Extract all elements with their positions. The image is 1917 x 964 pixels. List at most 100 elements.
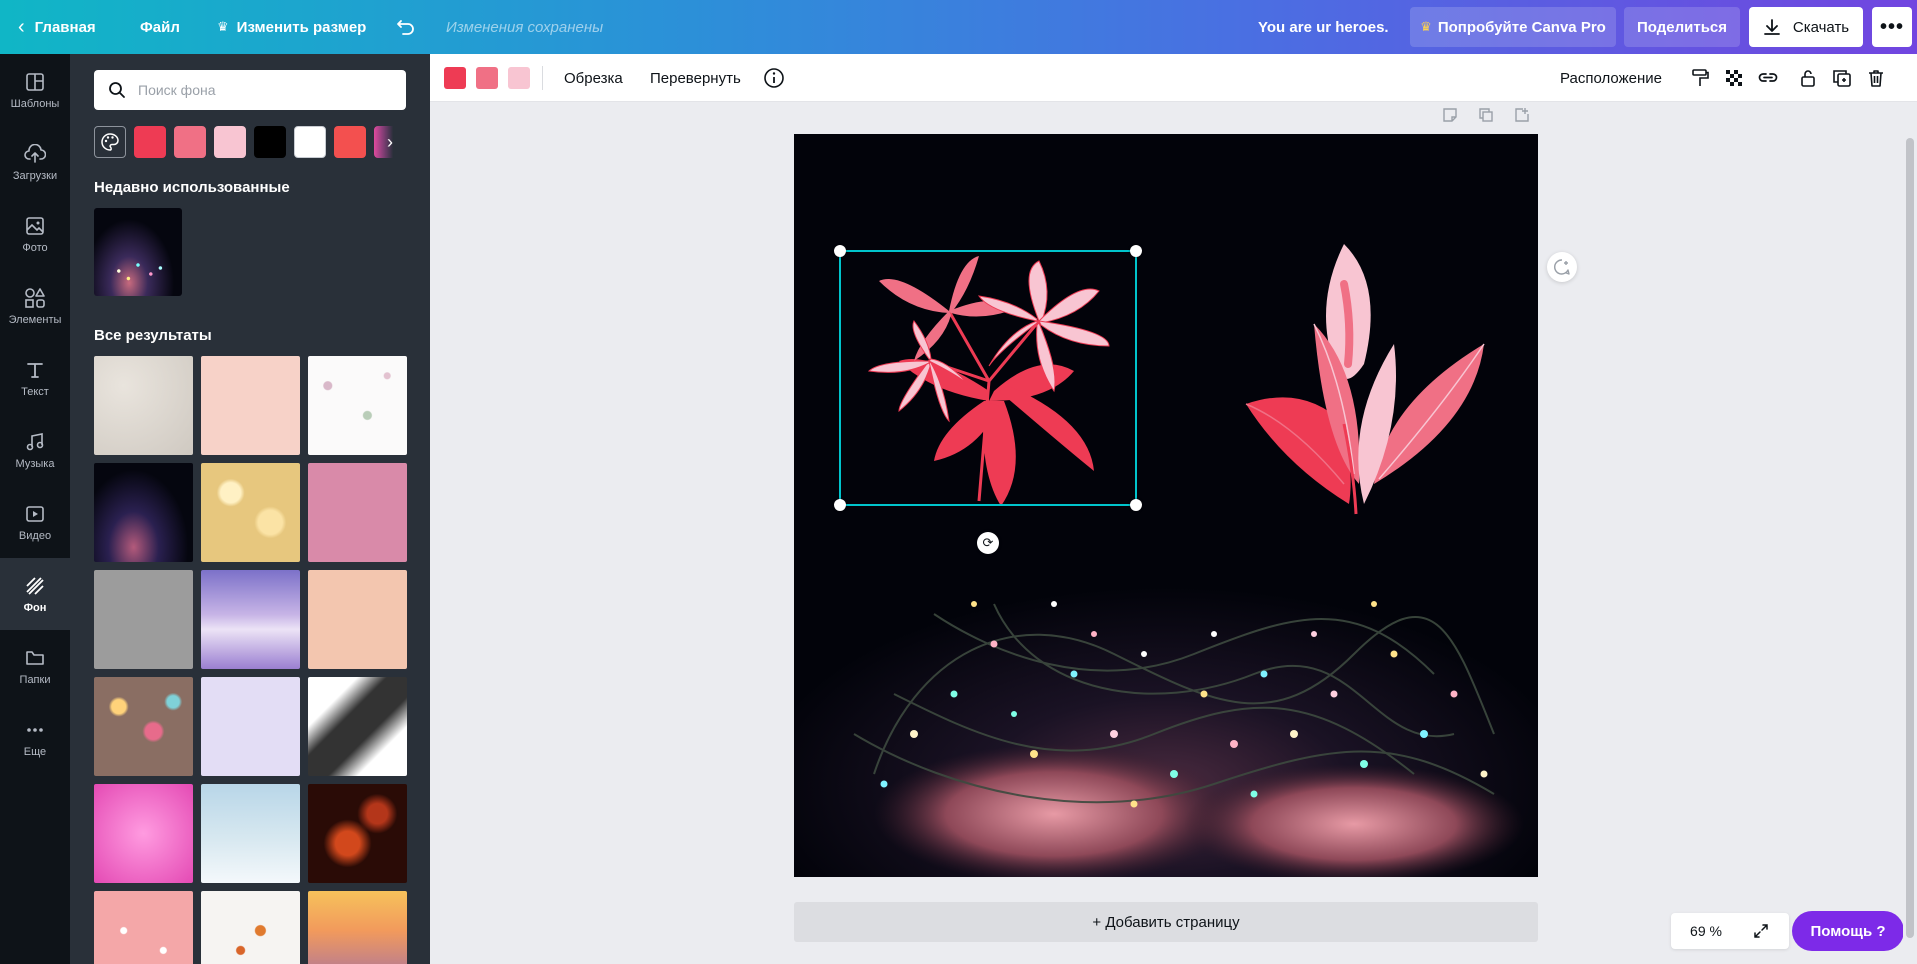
nav-text[interactable]: Текст xyxy=(0,342,70,414)
delete-button[interactable] xyxy=(1864,66,1888,90)
resize-handle-top-right[interactable] xyxy=(1130,245,1142,257)
design-title[interactable]: You are ur heroes. xyxy=(1258,0,1389,54)
search-icon xyxy=(109,82,125,98)
nav-templates[interactable]: Шаблоны xyxy=(0,54,70,126)
background-thumbnail[interactable] xyxy=(94,784,193,883)
nav-photos[interactable]: Фото xyxy=(0,198,70,270)
nav-background[interactable]: Фон xyxy=(0,558,70,630)
rotate-handle[interactable]: ⟳ xyxy=(977,532,999,554)
color-swatch[interactable] xyxy=(214,126,246,158)
add-page-icon-button[interactable] xyxy=(1512,105,1532,125)
info-icon xyxy=(764,68,784,88)
home-button[interactable]: ‹ Главная xyxy=(18,0,96,54)
resize-button[interactable]: ♛ Изменить размер xyxy=(217,0,366,54)
selection-box[interactable] xyxy=(834,245,1142,511)
copy-style-button[interactable] xyxy=(1688,66,1712,90)
page-notes-button[interactable] xyxy=(1440,105,1460,125)
add-page-icon xyxy=(1515,108,1529,122)
zoom-level[interactable]: 69 % xyxy=(1671,923,1741,939)
help-button[interactable]: Помощь ? xyxy=(1792,911,1904,951)
download-button[interactable]: Скачать xyxy=(1749,7,1863,47)
fullscreen-button[interactable] xyxy=(1741,923,1781,939)
background-thumbnail[interactable] xyxy=(94,356,193,455)
background-thumbnail[interactable] xyxy=(94,463,193,562)
background-icon xyxy=(23,574,47,598)
background-thumbnail[interactable] xyxy=(308,677,407,776)
zoom-control[interactable]: 69 % xyxy=(1671,913,1789,949)
color-swatch[interactable] xyxy=(134,126,166,158)
transparency-icon xyxy=(1726,70,1742,86)
nav-uploads[interactable]: Загрузки xyxy=(0,126,70,198)
background-thumbnail[interactable] xyxy=(308,570,407,669)
background-thumbnail[interactable] xyxy=(308,356,407,455)
search-input[interactable] xyxy=(138,82,378,98)
more-icon xyxy=(23,718,47,742)
color-picker-button[interactable] xyxy=(94,126,126,158)
element-color-swatch[interactable] xyxy=(476,67,498,89)
crop-button[interactable]: Обрезка xyxy=(564,54,623,102)
download-icon xyxy=(1763,19,1780,35)
more-options-button[interactable]: ••• xyxy=(1872,7,1912,47)
nav-label: Элементы xyxy=(8,314,62,326)
nav-more[interactable]: Еще xyxy=(0,702,70,774)
background-thumbnail[interactable] xyxy=(308,784,407,883)
color-swatch[interactable] xyxy=(174,126,206,158)
background-thumbnail[interactable] xyxy=(94,891,193,964)
color-swatch[interactable] xyxy=(334,126,366,158)
nav-label: Фон xyxy=(23,602,47,614)
unlock-icon xyxy=(1801,70,1815,87)
element-color-swatch[interactable] xyxy=(508,67,530,89)
all-results-title: Все результаты xyxy=(94,327,212,344)
background-thumbnail[interactable] xyxy=(201,570,300,669)
search-box[interactable] xyxy=(94,70,406,110)
crown-icon: ♛ xyxy=(1420,19,1432,34)
background-thumbnail[interactable] xyxy=(94,570,193,669)
background-thumbnail[interactable] xyxy=(201,356,300,455)
position-button[interactable]: Расположение xyxy=(1560,54,1662,102)
nav-elements[interactable]: Элементы xyxy=(0,270,70,342)
add-comment-button[interactable] xyxy=(1547,252,1577,282)
resize-handle-bottom-right[interactable] xyxy=(1130,499,1142,511)
nav-folders[interactable]: Папки xyxy=(0,630,70,702)
link-button[interactable] xyxy=(1756,66,1780,90)
copy-icon xyxy=(1479,108,1493,122)
recent-background-thumbnail[interactable] xyxy=(94,208,182,296)
nav-label: Еще xyxy=(23,746,47,758)
background-thumbnail[interactable] xyxy=(201,677,300,776)
duplicate-button[interactable] xyxy=(1830,66,1854,90)
color-swatch[interactable] xyxy=(294,126,326,158)
duplicate-page-button[interactable] xyxy=(1476,105,1496,125)
trash-icon xyxy=(1869,70,1883,87)
left-nav: Шаблоны Загрузки Фото Элементы Текст Муз… xyxy=(0,54,70,964)
ellipsis-icon: ••• xyxy=(1879,15,1904,38)
toolbar-divider xyxy=(542,66,543,90)
background-thumbnail[interactable] xyxy=(308,463,407,562)
nav-music[interactable]: Музыка xyxy=(0,414,70,486)
background-thumbnail[interactable] xyxy=(201,784,300,883)
flip-button[interactable]: Перевернуть xyxy=(650,54,741,102)
resize-handle-top-left[interactable] xyxy=(834,245,846,257)
try-pro-button[interactable]: ♛ Попробуйте Canva Pro xyxy=(1410,7,1616,47)
vertical-scrollbar[interactable] xyxy=(1903,102,1917,964)
info-button[interactable] xyxy=(762,66,786,90)
elements-icon xyxy=(23,286,47,310)
background-thumbnail[interactable] xyxy=(94,677,193,776)
color-swatch[interactable] xyxy=(254,126,286,158)
link-icon xyxy=(1758,73,1778,82)
add-page-button[interactable]: + Добавить страницу xyxy=(794,902,1538,942)
transparency-button[interactable] xyxy=(1722,66,1746,90)
lock-button[interactable] xyxy=(1796,66,1820,90)
element-color-swatch[interactable] xyxy=(444,67,466,89)
background-thumbnail[interactable] xyxy=(201,463,300,562)
chevron-right-icon: › xyxy=(387,131,393,152)
nav-video[interactable]: Видео xyxy=(0,486,70,558)
nav-label: Текст xyxy=(21,386,49,398)
background-thumbnail[interactable] xyxy=(201,891,300,964)
share-button[interactable]: Поделиться xyxy=(1624,7,1740,47)
swatches-next-button[interactable]: › xyxy=(374,126,406,158)
scrollbar-thumb[interactable] xyxy=(1906,138,1914,938)
undo-button[interactable] xyxy=(396,0,416,54)
file-menu-button[interactable]: Файл xyxy=(140,0,180,54)
resize-handle-bottom-left[interactable] xyxy=(834,499,846,511)
background-thumbnail[interactable] xyxy=(308,891,407,964)
